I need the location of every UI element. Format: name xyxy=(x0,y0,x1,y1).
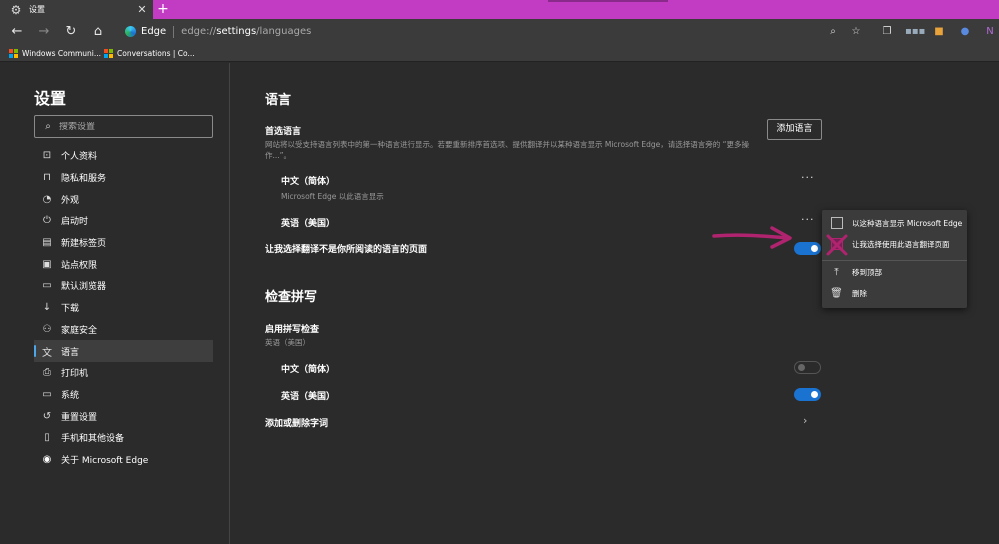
annotation-arrow xyxy=(712,233,790,240)
menu-separator xyxy=(822,260,967,261)
checkbox[interactable] xyxy=(831,238,843,250)
menu-item-label: 删除 xyxy=(852,288,867,298)
menu-item-display-edge-in-language[interactable]: 以这种语言显示 Microsoft Edge xyxy=(822,213,967,233)
move-top-icon: ⤒ xyxy=(834,266,839,278)
language-context-menu: 以这种语言显示 Microsoft Edge 让我选择使用此语言翻译页面 ⤒ 移… xyxy=(822,210,967,308)
menu-item-label: 让我选择使用此语言翻译页面 xyxy=(852,239,950,249)
menu-item-offer-translate[interactable]: 让我选择使用此语言翻译页面 xyxy=(822,234,967,254)
menu-item-move-to-top[interactable]: ⤒ 移到顶部 xyxy=(822,262,967,282)
menu-item-label: 移到顶部 xyxy=(852,267,882,277)
checkbox[interactable] xyxy=(831,217,843,229)
menu-item-remove[interactable]: 🗑 删除 xyxy=(822,283,967,303)
menu-item-label: 以这种语言显示 Microsoft Edge xyxy=(852,218,963,228)
trash-icon: 🗑 xyxy=(830,287,843,299)
